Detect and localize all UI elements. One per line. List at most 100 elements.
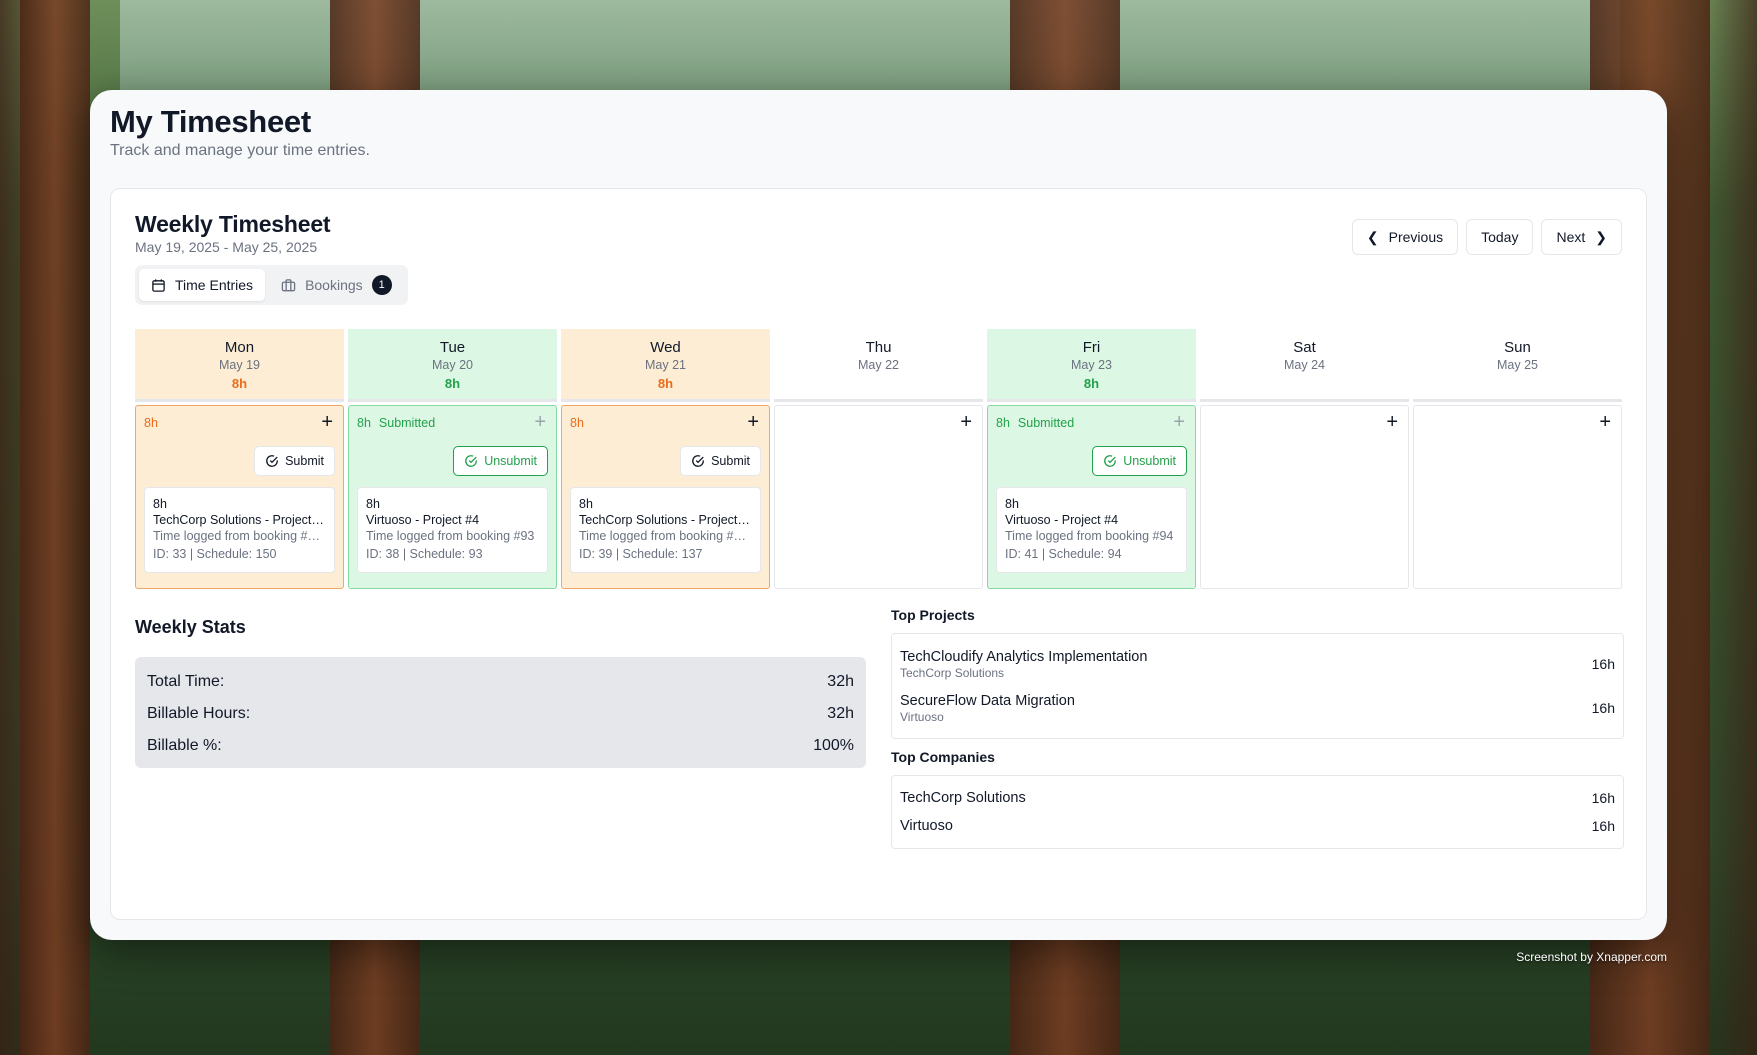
previous-button[interactable]: ❮ Previous	[1351, 219, 1459, 255]
week-navigation: ❮ Previous Today Next ❯	[1351, 219, 1622, 255]
day-entries-area[interactable]: 8h Submit 8h TechCorp Solutions - Project #…	[135, 405, 344, 589]
stat-billable-hours: Billable Hours: 32h	[147, 698, 854, 730]
time-entry-card[interactable]: 8h TechCorp Solutions - Project #1 Time lo…	[144, 487, 335, 573]
time-entry-card[interactable]: 8h TechCorp Solutions - Project #1 Time lo…	[570, 487, 761, 573]
submit-button[interactable]: Submit	[680, 446, 761, 476]
entry-meta: ID: 38 | Schedule: 93	[366, 547, 483, 561]
entry-meta: ID: 39 | Schedule: 137	[579, 547, 703, 561]
add-entry-button[interactable]: +	[1599, 412, 1611, 432]
day-status-line: 8h Submitted	[996, 416, 1074, 430]
day-entries-area[interactable]: +	[774, 405, 983, 589]
day-name: Sat	[1293, 339, 1316, 356]
status-badge: Submitted	[1017, 416, 1075, 430]
today-button[interactable]: Today	[1466, 219, 1534, 255]
day-entries-area[interactable]: 8h Submit 8h TechCorp Solutions - Project #…	[561, 405, 770, 589]
stat-label: Billable Hours:	[147, 705, 251, 722]
day-header: Fri May 23 8h	[987, 329, 1196, 402]
project-company: Virtuoso	[900, 709, 944, 724]
entry-title: TechCorp Solutions - Project #1	[579, 513, 752, 527]
entry-description: Time logged from booking #94	[1005, 529, 1174, 543]
stat-label: Total Time:	[147, 673, 225, 690]
action-label: Unsubmit	[484, 454, 537, 468]
day-header: Thu May 22	[774, 329, 983, 402]
day-date: May 22	[858, 358, 899, 372]
unsubmit-button[interactable]: Unsubmit	[1092, 446, 1187, 476]
list-item: TechCorp Solutions 16h	[900, 784, 1615, 812]
day-date: May 19	[219, 358, 260, 372]
entry-title: Virtuoso - Project #4	[1005, 513, 1119, 527]
day-header: Mon May 19 8h	[135, 329, 344, 402]
add-entry-button[interactable]: +	[747, 412, 759, 432]
top-companies-section: Top Companies TechCorp Solutions 16h Vir…	[891, 749, 1624, 849]
day-column-fri: Fri May 23 8h 8h Submitted Unsubmit 8h Virtuoso…	[987, 329, 1196, 589]
bookings-count-badge: 1	[371, 275, 392, 295]
action-label: Submit	[285, 454, 324, 468]
top-companies-title: Top Companies	[891, 749, 995, 765]
list-item: Virtuoso 16h	[900, 812, 1615, 840]
day-entries-area[interactable]: +	[1200, 405, 1409, 589]
page-subtitle: Track and manage your time entries.	[110, 142, 370, 159]
stat-value: 32h	[827, 705, 854, 722]
check-circle-icon	[692, 455, 704, 467]
submit-button[interactable]: Submit	[254, 446, 335, 476]
tab-time-entries[interactable]: Time Entries	[139, 269, 266, 301]
day-date: May 24	[1284, 358, 1325, 372]
add-entry-button[interactable]: +	[321, 412, 333, 432]
calendar-icon	[152, 278, 165, 292]
day-column-sun: Sun May 25 +	[1413, 329, 1622, 589]
app-window: My Timesheet Track and manage your time …	[90, 90, 1667, 940]
project-name: TechCloudify Analytics Implementation	[900, 648, 1148, 665]
day-date: May 23	[1071, 358, 1112, 372]
next-button[interactable]: Next ❯	[1541, 219, 1622, 255]
day-hours: 8h	[357, 416, 371, 430]
top-projects-list: TechCloudify Analytics Implementation Te…	[891, 633, 1624, 739]
day-hours: 8h	[570, 416, 584, 430]
top-companies-list: TechCorp Solutions 16h Virtuoso 16h	[891, 775, 1624, 849]
day-name: Tue	[439, 339, 466, 356]
company-name: Virtuoso	[900, 818, 953, 834]
check-circle-icon	[1104, 455, 1117, 467]
day-hours: 8h	[996, 416, 1010, 430]
entry-hours: 8h	[366, 497, 380, 511]
add-entry-button[interactable]: +	[1173, 412, 1185, 432]
day-entries-area[interactable]: 8h Submitted Unsubmit 8h Virtuoso - Project …	[987, 405, 1196, 589]
day-entries-area[interactable]: 8h Submitted Unsubmit 8h Virtuoso - Project …	[348, 405, 557, 589]
entry-meta: ID: 41 | Schedule: 94	[1005, 547, 1122, 561]
entry-hours: 8h	[579, 497, 593, 511]
check-circle-icon	[465, 455, 478, 467]
day-total-hours: 8h	[1083, 376, 1100, 391]
unsubmit-button[interactable]: Unsubmit	[453, 446, 548, 476]
day-header: Sat May 24	[1200, 329, 1409, 402]
day-column-thu: Thu May 22 +	[774, 329, 983, 589]
today-label: Today	[1481, 229, 1519, 245]
entry-title: TechCorp Solutions - Project #1	[153, 513, 326, 527]
day-column-mon: Mon May 19 8h 8h Submit 8h TechCorp Solutions …	[135, 329, 344, 589]
project-company: TechCorp Solutions	[900, 665, 1005, 680]
next-label: Next	[1556, 229, 1586, 245]
day-header: Tue May 20 8h	[348, 329, 557, 402]
view-tabs: Time Entries Bookings 1	[135, 265, 408, 305]
add-entry-button[interactable]: +	[1386, 412, 1398, 432]
check-circle-icon	[266, 455, 278, 467]
time-entry-card[interactable]: 8h Virtuoso - Project #4 Time logged from …	[357, 487, 548, 573]
entry-hours: 8h	[1005, 497, 1019, 511]
day-column-sat: Sat May 24 +	[1200, 329, 1409, 589]
day-hours: 8h	[144, 416, 158, 430]
day-status-line: 8h	[570, 416, 584, 430]
add-entry-button[interactable]: +	[534, 412, 546, 432]
list-item: SecureFlow Data Migration Virtuoso 16h	[900, 686, 1615, 730]
tab-label: Time Entries	[175, 277, 254, 293]
time-entry-card[interactable]: 8h Virtuoso - Project #4 Time logged from …	[996, 487, 1187, 573]
day-status-line: 8h Submitted	[357, 416, 435, 430]
entry-description: Time logged from booking #93	[366, 529, 535, 543]
project-hours: 16h	[1591, 656, 1615, 672]
weekly-stats-summary: Total Time: 32h Billable Hours: 32h Bill…	[135, 657, 866, 768]
chevron-right-icon: ❯	[1595, 228, 1607, 245]
entry-title: Virtuoso - Project #4	[366, 513, 480, 527]
add-entry-button[interactable]: +	[960, 412, 972, 432]
briefcase-icon	[281, 278, 296, 291]
list-item: TechCloudify Analytics Implementation Te…	[900, 642, 1615, 686]
day-date: May 25	[1497, 358, 1538, 372]
day-entries-area[interactable]: +	[1413, 405, 1622, 589]
tab-bookings[interactable]: Bookings 1	[269, 269, 404, 301]
